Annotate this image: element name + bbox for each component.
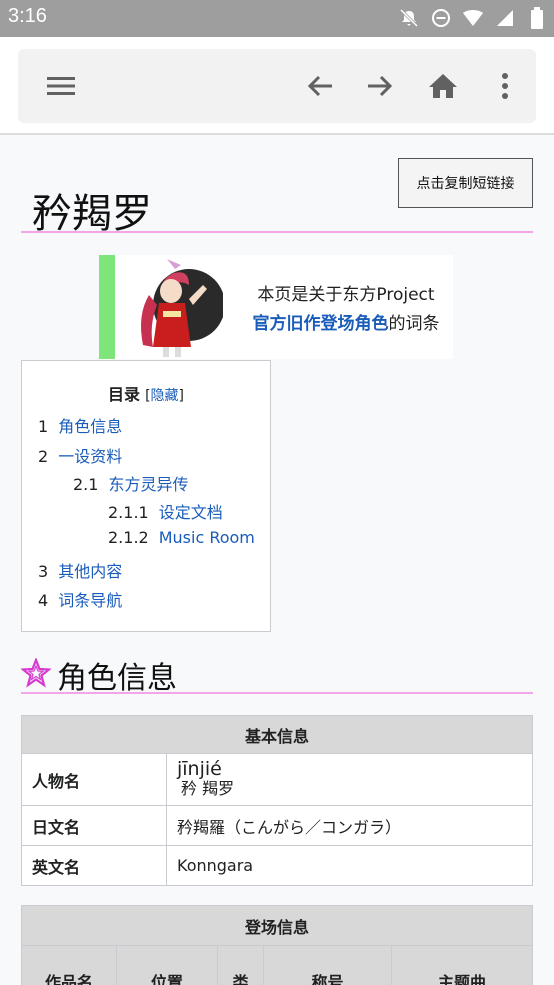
status-time: 3:16 xyxy=(8,5,47,27)
pinyin-text: jīnjié xyxy=(177,757,222,780)
home-icon[interactable] xyxy=(426,69,460,103)
notice-suffix: 的词条 xyxy=(388,314,440,334)
arrow-right-icon[interactable] xyxy=(363,69,397,103)
title-divider xyxy=(21,231,533,233)
notice-box: 本页是关于东方Project 官方旧作登场角色的词条 xyxy=(99,255,453,359)
row-value: Konngara xyxy=(166,845,533,886)
column-header: 称号 xyxy=(263,945,392,985)
toc-item[interactable]: 2 一设资料 xyxy=(38,443,122,467)
row-key: 人物名 xyxy=(21,753,167,806)
notice-line2: 官方旧作登场角色的词条 xyxy=(233,310,459,339)
status-icons xyxy=(398,7,548,29)
appearance-info-header: 登场信息 xyxy=(21,905,533,946)
battery-icon xyxy=(526,7,548,29)
column-header: 类 xyxy=(217,945,264,985)
toc-item[interactable]: 4 词条导航 xyxy=(38,587,122,611)
character-portrait-image xyxy=(119,255,225,359)
toc-title: 目录 xyxy=(107,385,140,404)
row-key: 英文名 xyxy=(21,845,167,886)
toc-item[interactable]: 2.1.1 设定文档 xyxy=(108,499,223,523)
toc-item[interactable]: 2.1.2 Music Room xyxy=(108,528,255,547)
column-header: 位置 xyxy=(116,945,218,985)
toolbar-container xyxy=(0,37,554,135)
more-vert-icon[interactable] xyxy=(488,69,522,103)
toc-item[interactable]: 3 其他内容 xyxy=(38,558,122,582)
table-row: 英文名 Konngara xyxy=(21,845,533,886)
page-content: 点击复制短链接 矜羯罗 本页是关于东方Project 官方旧作登场角色的词条 目… xyxy=(0,137,554,985)
toolbar xyxy=(18,49,536,123)
dnd-icon xyxy=(430,7,452,29)
row-key: 日文名 xyxy=(21,805,167,846)
arrow-left-icon[interactable] xyxy=(303,69,337,103)
toc-hide-link[interactable]: 隐藏 xyxy=(151,388,179,404)
section-divider xyxy=(21,692,533,694)
basic-info-header: 基本信息 xyxy=(21,715,533,754)
notice-link[interactable]: 官方旧作登场角色 xyxy=(253,314,389,334)
notice-line1: 本页是关于东方Project xyxy=(257,285,435,305)
row-value: jīnjié 矜 羯罗 xyxy=(166,753,533,806)
star-icon xyxy=(20,656,52,692)
status-bar: 3:16 xyxy=(0,0,554,37)
column-header: 主题曲 xyxy=(391,945,533,985)
appearance-info-table: 登场信息 作品名 位置 类 称号 主题曲 xyxy=(21,905,533,985)
notice-text: 本页是关于东方Project 官方旧作登场角色的词条 xyxy=(233,281,459,339)
toc-item[interactable]: 1 角色信息 xyxy=(38,413,122,437)
basic-info-table: 基本信息 人物名 jīnjié 矜 羯罗 日文名 矜羯羅（こんがら／コンガラ） … xyxy=(21,715,533,886)
name-text: 矜 羯罗 xyxy=(181,778,235,798)
hamburger-menu-icon[interactable] xyxy=(44,69,78,103)
table-of-contents: 目录 [隐藏] 1 角色信息 2 一设资料 2.1 东方灵异传 2.1.1 设定文档 2… xyxy=(21,360,271,632)
section-title: 角色信息 xyxy=(57,661,177,696)
table-row: 日文名 矜羯羅（こんがら／コンガラ） xyxy=(21,805,533,846)
section-heading-character-info: 角色信息 xyxy=(20,655,177,696)
toc-title-row: 目录 [隐藏] xyxy=(22,381,270,405)
notifications-off-icon xyxy=(398,7,420,29)
copy-short-link-button[interactable]: 点击复制短链接 xyxy=(398,158,533,208)
table-row: 人物名 jīnjié 矜 羯罗 xyxy=(21,753,533,806)
signal-icon xyxy=(494,7,516,29)
row-value: 矜羯羅（こんがら／コンガラ） xyxy=(166,805,533,846)
column-header: 作品名 xyxy=(21,945,117,985)
toc-item[interactable]: 2.1 东方灵异传 xyxy=(73,471,188,495)
toc-hide-wrapper: [隐藏] xyxy=(145,388,185,404)
wifi-icon xyxy=(462,7,484,29)
